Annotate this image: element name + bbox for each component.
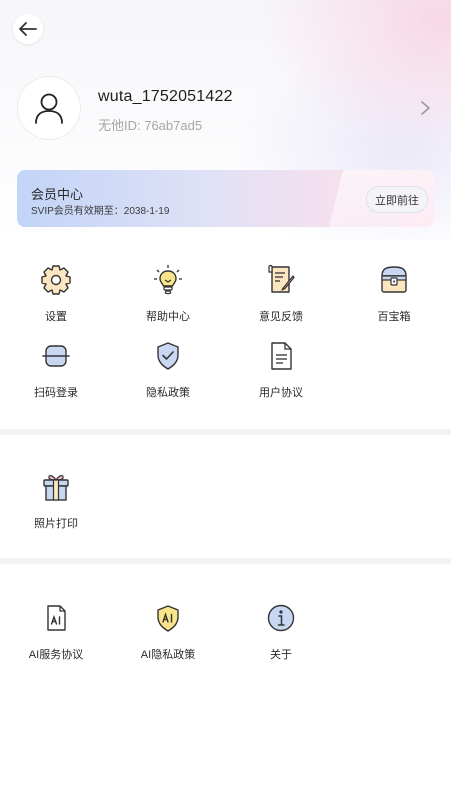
menu-label: AI隐私政策 — [140, 649, 196, 661]
menu-item-ai-privacy-policy[interactable]: AI隐私政策 — [118, 602, 218, 662]
menu-label: 隐私政策 — [146, 387, 190, 399]
vip-card[interactable]: 会员中心 SVIP会员有效期至：2038-1-19 立即前往 — [17, 170, 434, 227]
user-icon — [35, 93, 63, 124]
menu-label: 照片打印 — [34, 518, 78, 530]
menu-label: 意见反馈 — [259, 311, 303, 323]
scan-icon — [42, 345, 70, 367]
feedback-icon — [268, 264, 295, 293]
menu-item-scan-login[interactable]: 扫码登录 — [6, 340, 106, 400]
menu-label: 帮助中心 — [146, 311, 190, 323]
back-arrow-icon — [19, 22, 37, 36]
ai-document-icon — [47, 605, 66, 631]
menu-label: AI服务协议 — [28, 649, 84, 661]
lightbulb-icon — [154, 265, 182, 295]
menu-item-user-agreement[interactable]: 用户协议 — [231, 340, 331, 400]
vip-title: 会员中心 — [31, 187, 84, 202]
vip-expiry: SVIP会员有效期至：2038-1-19 — [31, 206, 170, 217]
menu-label: 设置 — [45, 311, 67, 323]
username: wuta_1752051422 — [98, 88, 233, 105]
menu-item-feedback[interactable]: 意见反馈 — [231, 264, 331, 324]
gear-icon — [41, 265, 71, 295]
ai-shield-icon — [157, 605, 179, 632]
document-icon — [271, 342, 292, 370]
treasure-chest-icon — [381, 266, 407, 293]
menu-item-toolbox[interactable]: 百宝箱 — [344, 264, 444, 324]
menu-item-settings[interactable]: 设置 — [6, 264, 106, 324]
back-button[interactable] — [13, 14, 43, 44]
vip-go-button[interactable]: 立即前往 — [366, 186, 428, 213]
section-divider — [0, 429, 451, 435]
chevron-right-icon[interactable] — [418, 100, 432, 116]
menu-label: 百宝箱 — [377, 311, 411, 323]
info-icon — [267, 604, 295, 632]
menu-item-about[interactable]: 关于 — [231, 602, 331, 662]
section-divider — [0, 558, 451, 564]
menu-item-help-center[interactable]: 帮助中心 — [118, 264, 218, 324]
avatar[interactable] — [18, 77, 80, 139]
menu-item-privacy-policy[interactable]: 隐私政策 — [118, 340, 218, 400]
gift-box-icon — [43, 475, 69, 501]
menu-label: 关于 — [270, 649, 292, 661]
shield-check-icon — [157, 342, 179, 370]
user-id: 无他ID: 76ab7ad5 — [98, 118, 203, 133]
menu-label: 用户协议 — [259, 387, 303, 399]
menu-label: 扫码登录 — [34, 387, 78, 399]
menu-item-photo-print[interactable]: 照片打印 — [6, 471, 106, 531]
menu-item-ai-service-agreement[interactable]: AI服务协议 — [6, 602, 106, 662]
